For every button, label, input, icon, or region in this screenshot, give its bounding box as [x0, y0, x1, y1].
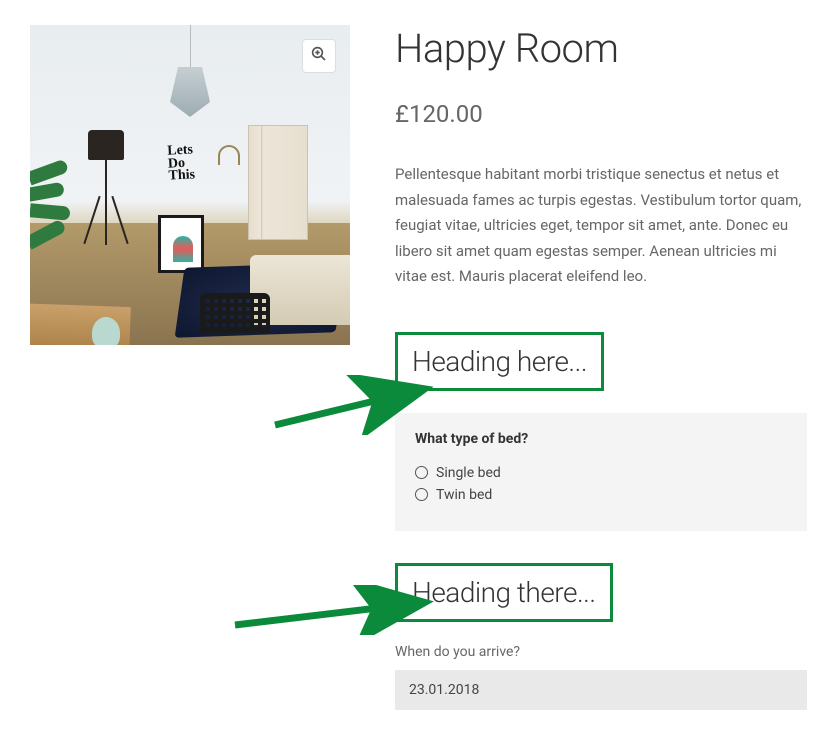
bed-option-label: Single bed	[436, 465, 501, 481]
product-description: Pellentesque habitant morbi tristique se…	[395, 162, 807, 290]
product-page: LetsDoThis Happy Room £120.00	[30, 25, 807, 710]
radio-icon	[415, 488, 428, 501]
bed-type-label: What type of bed?	[415, 431, 787, 447]
wall-art-text: LetsDoThis	[167, 144, 195, 183]
bed-option-twin[interactable]: Twin bed	[415, 487, 787, 503]
bed-option-label: Twin bed	[436, 487, 492, 503]
product-title: Happy Room	[395, 25, 807, 72]
bed-type-box: What type of bed? Single bed Twin bed	[395, 413, 807, 531]
arrival-label: When do you arrive?	[395, 644, 807, 660]
section-heading-2: Heading there...	[395, 563, 613, 622]
zoom-button[interactable]	[302, 39, 336, 73]
product-price: £120.00	[395, 100, 807, 128]
section-heading-1: Heading here...	[395, 332, 604, 391]
bed-option-single[interactable]: Single bed	[415, 465, 787, 481]
product-details: Happy Room £120.00 Pellentesque habitant…	[395, 25, 807, 710]
product-image-wrap: LetsDoThis	[30, 25, 350, 710]
radio-icon	[415, 466, 428, 479]
zoom-in-icon	[310, 45, 328, 67]
product-image[interactable]: LetsDoThis	[30, 25, 350, 345]
arrival-date-field[interactable]: 23.01.2018	[395, 670, 807, 710]
